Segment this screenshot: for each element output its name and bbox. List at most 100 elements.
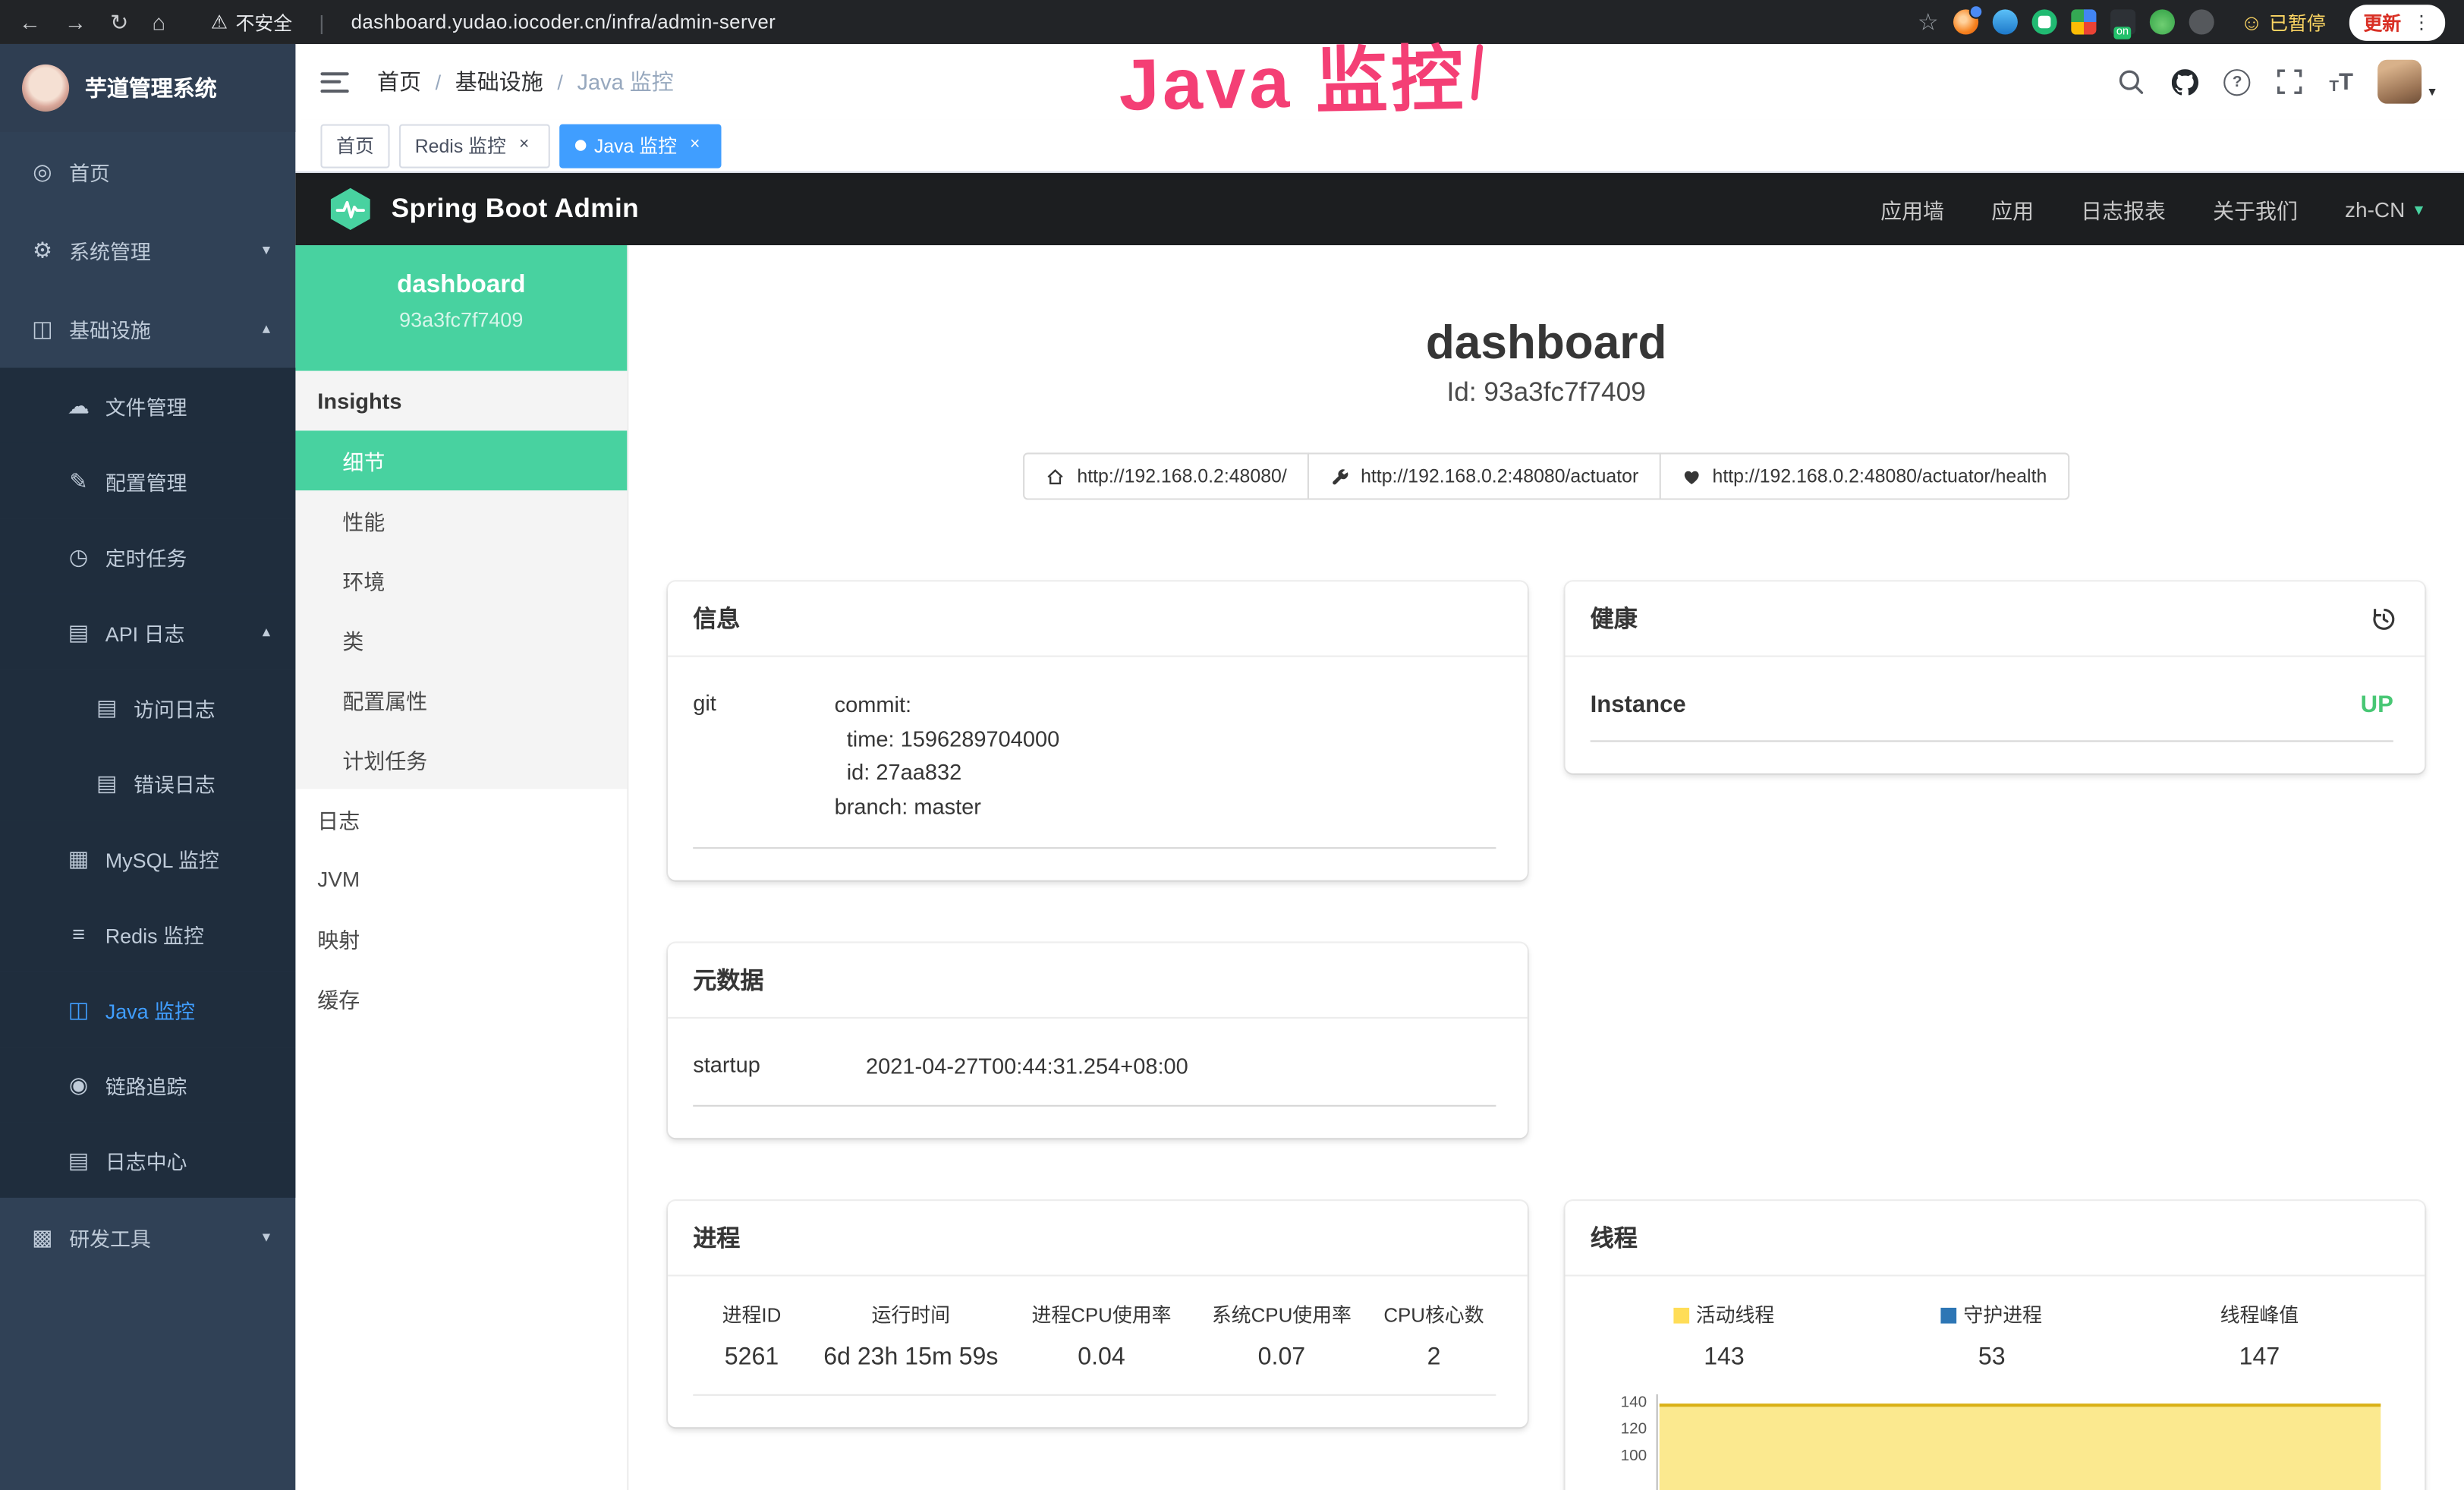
sidebar-item-infrastructure[interactable]: ◫ 基础设施 ▴ — [0, 289, 295, 368]
sba-nav-journal[interactable]: 日志报表 — [2081, 194, 2166, 225]
chrome-update-button[interactable]: 更新 ⋮ — [2349, 4, 2445, 40]
row-value: 2021-04-27T00:44:31.254+08:00 — [866, 1050, 1188, 1084]
user-menu[interactable]: ▾ — [2378, 60, 2436, 104]
active-threads-area — [1660, 1404, 2381, 1490]
health-url-button[interactable]: http://192.168.0.2:48080/actuator/health — [1659, 452, 2069, 499]
top-header: 首页 / 基础设施 / Java 监控 ? TT ▾ — [295, 44, 2464, 119]
bookmark-star-icon[interactable]: ☆ — [1918, 8, 1939, 36]
extension-icon-1[interactable] — [1953, 9, 1978, 34]
app-logo[interactable]: 芋道管理系统 — [0, 44, 295, 132]
tab-close-icon[interactable]: × — [684, 135, 705, 156]
instance-id: 93a3fc7f7409 — [295, 308, 627, 332]
search-icon[interactable] — [2117, 68, 2145, 96]
tab-home[interactable]: 首页 — [320, 124, 389, 168]
document-icon: ▤ — [94, 694, 119, 720]
user-avatar — [2378, 60, 2422, 104]
extension-icon-3[interactable] — [2031, 9, 2056, 34]
instance-header[interactable]: dashboard 93a3fc7f7409 — [295, 245, 627, 371]
extension-icon-7[interactable] — [2189, 9, 2214, 34]
sidebar-collapse-icon[interactable] — [320, 71, 348, 92]
breadcrumb-separator: / — [436, 70, 442, 93]
browser-home-icon[interactable]: ⌂ — [152, 11, 165, 33]
sidebar-item-label: 首页 — [69, 156, 110, 186]
sidebar-item-java-monitor[interactable]: ◫ Java 监控 — [0, 972, 295, 1047]
service-url-button[interactable]: http://192.168.0.2:48080/ — [1024, 452, 1309, 499]
metadata-card: 元数据 startup 2021-04-27T00:44:31.254+08:0… — [668, 943, 1528, 1139]
column-header: 系统CPU使用率 — [1197, 1299, 1365, 1328]
locale-selector[interactable]: zh-CN ▾ — [2345, 197, 2423, 221]
sba-nav-applications[interactable]: 应用 — [1991, 194, 2034, 225]
breadcrumb-infrastructure[interactable]: 基础设施 — [455, 66, 543, 97]
legend-value: 147 — [2126, 1344, 2393, 1372]
sba-nav-wallboard[interactable]: 应用墙 — [1880, 194, 1944, 225]
insights-section: Insights 细节 性能 环境 类 配置属性 计划任务 — [295, 371, 627, 789]
sba-menu-classes[interactable]: 类 — [295, 610, 627, 669]
sidebar-item-config-mgmt[interactable]: ✎ 配置管理 — [0, 443, 295, 518]
sidebar-item-label: 日志中心 — [105, 1145, 187, 1175]
sba-brand-title[interactable]: Spring Boot Admin — [392, 194, 639, 225]
sidebar-item-label: 系统管理 — [69, 235, 151, 265]
smiley-icon: ☺ — [2240, 11, 2263, 33]
forward-icon[interactable]: → — [65, 11, 87, 33]
history-icon[interactable] — [2368, 603, 2399, 634]
document-icon: ▤ — [66, 1147, 91, 1173]
tab-redis-monitor[interactable]: Redis 监控 × — [399, 124, 550, 168]
help-icon[interactable]: ? — [2224, 68, 2251, 95]
sba-nav-about[interactable]: 关于我们 — [2213, 194, 2298, 225]
sidebar-item-api-logs[interactable]: ▤ API 日志 ▴ — [0, 594, 295, 669]
threads-legend: 活动线程 143 守护进程 53 线程峰值 147 — [1591, 1299, 2393, 1372]
sba-menu-caches[interactable]: 缓存 — [295, 969, 627, 1029]
table-column: 进程CPU使用率 0.04 — [1012, 1299, 1191, 1372]
chevron-down-icon: ▾ — [263, 241, 270, 259]
back-icon[interactable]: ← — [19, 11, 41, 33]
sidebar-item-home[interactable]: ◎ 首页 — [0, 132, 295, 211]
chevron-up-icon: ▴ — [263, 623, 270, 641]
actuator-url-button[interactable]: http://192.168.0.2:48080/actuator — [1308, 452, 1661, 499]
address-bar[interactable]: dashboard.yudao.iocoder.cn/infra/admin-s… — [351, 11, 776, 33]
sidebar-item-file-mgmt[interactable]: ☁ 文件管理 — [0, 368, 295, 443]
active-dot — [575, 140, 586, 150]
sidebar-item-log-center[interactable]: ▤ 日志中心 — [0, 1123, 295, 1198]
sba-menu-scheduled-tasks[interactable]: 计划任务 — [295, 729, 627, 789]
tab-label: 首页 — [336, 132, 374, 159]
sidebar-item-access-logs[interactable]: ▤ 访问日志 — [0, 669, 295, 745]
sba-menu-metrics[interactable]: 性能 — [295, 490, 627, 550]
sba-menu-environment[interactable]: 环境 — [295, 550, 627, 610]
tab-close-icon[interactable]: × — [514, 135, 534, 156]
security-indicator[interactable]: ⚠ 不安全 — [211, 8, 292, 35]
sidebar-item-tracing[interactable]: ◉ 链路追踪 — [0, 1047, 295, 1122]
sidebar-item-scheduled-jobs[interactable]: ◷ 定时任务 — [0, 518, 295, 594]
extension-icon-4[interactable] — [2071, 9, 2096, 34]
sba-menu-jvm[interactable]: JVM — [295, 849, 627, 909]
breadcrumb-home[interactable]: 首页 — [377, 66, 421, 97]
sba-menu-details[interactable]: 细节 — [295, 430, 627, 490]
extension-icon-6[interactable] — [2149, 9, 2174, 34]
sba-menu-mappings[interactable]: 映射 — [295, 909, 627, 969]
sidebar-item-mysql-monitor[interactable]: ▦ MySQL 监控 — [0, 821, 295, 896]
sidebar-item-label: 研发工具 — [69, 1222, 151, 1252]
instance-links: http://192.168.0.2:48080/ http://192.168… — [628, 452, 2464, 499]
sidebar-item-label: API 日志 — [105, 617, 185, 647]
fullscreen-icon[interactable] — [2276, 68, 2304, 96]
sidebar-item-redis-monitor[interactable]: ≡ Redis 监控 — [0, 896, 295, 971]
breadcrumb: 首页 / 基础设施 / Java 监控 — [377, 66, 674, 97]
sba-menu-logs[interactable]: 日志 — [295, 789, 627, 849]
sidebar-item-error-logs[interactable]: ▤ 错误日志 — [0, 745, 295, 821]
browser-chrome: ← → ↻ ⌂ ⚠ 不安全 | dashboard.yudao.iocoder.… — [0, 0, 2464, 44]
extension-icon-2[interactable] — [1992, 9, 2017, 34]
sidebar-item-dev-tools[interactable]: ▩ 研发工具 ▾ — [0, 1198, 295, 1277]
github-icon[interactable] — [2170, 68, 2198, 96]
table-column: 系统CPU使用率 0.07 — [1191, 1299, 1371, 1372]
spring-boot-admin-logo-icon — [327, 185, 374, 232]
table-column: CPU核心数 2 — [1372, 1299, 1496, 1372]
health-card: 健康 Instance UP — [1566, 581, 2425, 773]
kebab-menu-icon: ⋮ — [2412, 13, 2431, 32]
sidebar-item-system-mgmt[interactable]: ⚙ 系统管理 ▾ — [0, 210, 295, 289]
extension-icon-5[interactable]: on — [2110, 9, 2135, 34]
script-paused-badge[interactable]: ☺ 已暂停 — [2240, 8, 2325, 35]
reload-icon[interactable]: ↻ — [110, 11, 128, 33]
tab-java-monitor[interactable]: Java 监控 × — [559, 124, 721, 168]
table-row: git commit: time: 1596289704000 id: 27aa… — [693, 679, 1496, 849]
sba-menu-config-props[interactable]: 配置属性 — [295, 669, 627, 729]
font-size-icon[interactable]: TT — [2329, 68, 2353, 95]
